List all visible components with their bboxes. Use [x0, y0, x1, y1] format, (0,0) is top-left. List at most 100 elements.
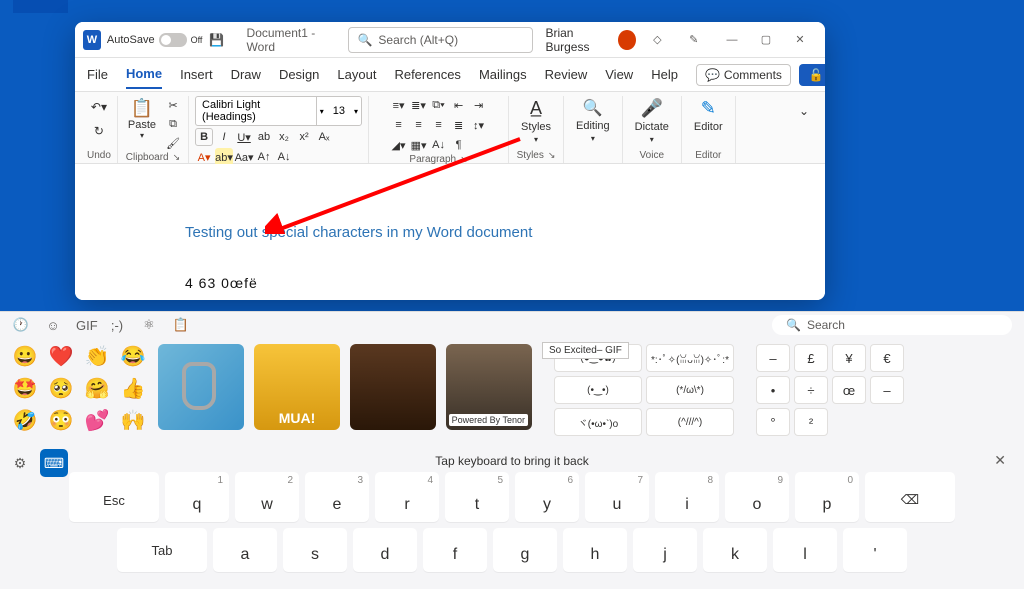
tab-insert[interactable]: Insert: [180, 61, 213, 88]
emoji-item[interactable]: ❤️: [48, 344, 74, 370]
shading-button[interactable]: ◢▾: [390, 136, 408, 154]
key-w[interactable]: 2w: [235, 472, 299, 522]
key-f[interactable]: f: [423, 528, 487, 572]
key-g[interactable]: g: [493, 528, 557, 572]
clipboard-tab[interactable]: 📋: [172, 317, 190, 333]
comments-button[interactable]: 💬 Comments: [696, 64, 791, 86]
subscript-button[interactable]: x₂: [275, 128, 293, 146]
format-painter-button[interactable]: 🖌: [164, 134, 182, 152]
gif-item[interactable]: MUA!: [254, 344, 340, 430]
undo-button[interactable]: ↶▾: [88, 96, 110, 118]
symbol-item[interactable]: –: [756, 344, 790, 372]
emoji-item[interactable]: 👏: [84, 344, 110, 370]
symbol-item[interactable]: ¥: [832, 344, 866, 372]
symbol-item[interactable]: •: [756, 376, 790, 404]
borders-button[interactable]: ▦▾: [410, 136, 428, 154]
emoji-item[interactable]: 🙌: [120, 408, 146, 434]
key-e[interactable]: 3e: [305, 472, 369, 522]
key-d[interactable]: d: [353, 528, 417, 572]
key-r[interactable]: 4r: [375, 472, 439, 522]
key-⌫[interactable]: ⌫: [865, 472, 955, 522]
symbol-item[interactable]: °: [756, 408, 790, 436]
key-Tab[interactable]: Tab: [117, 528, 207, 572]
gif-item[interactable]: [158, 344, 244, 430]
numbering-button[interactable]: ≣▾: [410, 96, 428, 114]
key-q[interactable]: 1q: [165, 472, 229, 522]
emoji-item[interactable]: 💕: [84, 408, 110, 434]
tab-design[interactable]: Design: [279, 61, 319, 88]
minimize-button[interactable]: —: [715, 24, 749, 56]
kbd-close-button[interactable]: ✕: [994, 452, 1006, 469]
gif-item[interactable]: Powered By Tenor: [446, 344, 532, 430]
key-t[interactable]: 5t: [445, 472, 509, 522]
tab-layout[interactable]: Layout: [337, 61, 376, 88]
autosave-toggle[interactable]: AutoSave Off: [107, 33, 203, 47]
align-center-button[interactable]: ≡: [410, 116, 428, 134]
sort-button[interactable]: A↓: [430, 136, 448, 154]
kaomoji-tab[interactable]: ;-): [108, 318, 126, 333]
diamond-icon[interactable]: ◇: [642, 24, 672, 56]
launcher-icon[interactable]: ↘: [173, 152, 181, 163]
collapse-ribbon-button[interactable]: ⌄: [793, 100, 815, 122]
copy-button[interactable]: ⧉: [164, 115, 182, 133]
emoji-item[interactable]: 😳: [48, 408, 74, 434]
tab-view[interactable]: View: [605, 61, 633, 88]
close-button[interactable]: ✕: [783, 24, 817, 56]
key-u[interactable]: 7u: [585, 472, 649, 522]
document-canvas[interactable]: Testing out special characters in my Wor…: [75, 164, 825, 300]
symbol-item[interactable]: €: [870, 344, 904, 372]
key-y[interactable]: 6y: [515, 472, 579, 522]
emoji-item[interactable]: 🥺: [48, 376, 74, 402]
key-j[interactable]: j: [633, 528, 697, 572]
key-a[interactable]: a: [213, 528, 277, 572]
symbol-item[interactable]: £: [794, 344, 828, 372]
key-i[interactable]: 8i: [655, 472, 719, 522]
key-h[interactable]: h: [563, 528, 627, 572]
cut-button[interactable]: ✂: [164, 96, 182, 114]
tab-file[interactable]: File: [87, 61, 108, 88]
key-Esc[interactable]: Esc: [69, 472, 159, 522]
multilevel-button[interactable]: ⧉▾: [430, 96, 448, 114]
emoji-item[interactable]: 🤣: [12, 408, 38, 434]
editor-button[interactable]: ✎Editor: [688, 96, 729, 135]
superscript-button[interactable]: x²: [295, 128, 313, 146]
symbol-item[interactable]: ²: [794, 408, 828, 436]
kaomoji-item[interactable]: (*/ω\*): [646, 376, 734, 404]
tab-home[interactable]: Home: [126, 60, 162, 89]
show-marks-button[interactable]: ¶: [450, 136, 468, 154]
kaomoji-item[interactable]: (•‿•): [554, 376, 642, 404]
kaomoji-item[interactable]: *:･ﾟ✧(ꈍᴗꈍ)✧･ﾟ:*: [646, 344, 734, 372]
key-l[interactable]: l: [773, 528, 837, 572]
emoji-item[interactable]: 🤗: [84, 376, 110, 402]
symbol-tab[interactable]: ⚛: [140, 317, 158, 333]
share-button[interactable]: 🔓 Share: [799, 64, 825, 86]
key-p[interactable]: 0p: [795, 472, 859, 522]
tab-help[interactable]: Help: [651, 61, 678, 88]
kaomoji-item[interactable]: (^///^): [646, 408, 734, 436]
emoji-item[interactable]: 😀: [12, 344, 38, 370]
maximize-button[interactable]: ▢: [749, 24, 783, 56]
launcher-icon[interactable]: ↘: [548, 150, 556, 161]
emoji-tab[interactable]: ☺: [44, 318, 62, 333]
paste-button[interactable]: 📋 Paste ▾: [124, 96, 160, 142]
key-k[interactable]: k: [703, 528, 767, 572]
key-o[interactable]: 9o: [725, 472, 789, 522]
symbol-item[interactable]: ÷: [794, 376, 828, 404]
align-right-button[interactable]: ≡: [430, 116, 448, 134]
font-selector[interactable]: Calibri Light (Headings)▾ 13▾: [195, 96, 362, 126]
tab-review[interactable]: Review: [545, 61, 588, 88]
tab-references[interactable]: References: [394, 61, 460, 88]
tab-mailings[interactable]: Mailings: [479, 61, 527, 88]
emoji-item[interactable]: 🤩: [12, 376, 38, 402]
emoji-search-input[interactable]: 🔍 Search: [772, 315, 1012, 335]
italic-button[interactable]: I: [215, 128, 233, 146]
align-left-button[interactable]: ≡: [390, 116, 408, 134]
kaomoji-item[interactable]: ヾ(•ω•`)o: [554, 408, 642, 436]
dictate-button[interactable]: 🎤Dictate▾: [629, 96, 675, 146]
editing-button[interactable]: 🔍Editing▾: [570, 96, 616, 145]
user-account[interactable]: Brian Burgess: [545, 26, 636, 54]
search-input[interactable]: 🔍 Search (Alt+Q): [348, 27, 533, 53]
key-s[interactable]: s: [283, 528, 347, 572]
gif-tab[interactable]: GIF: [76, 318, 94, 333]
emoji-item[interactable]: 👍: [120, 376, 146, 402]
